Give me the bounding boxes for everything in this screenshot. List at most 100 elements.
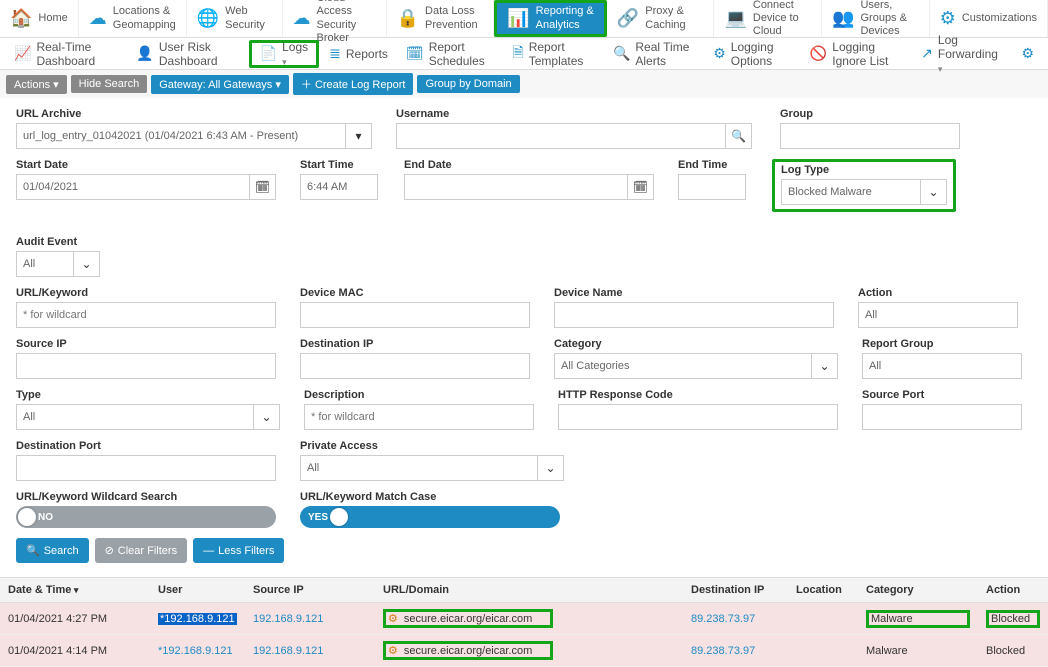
col-datetime[interactable]: Date & Time <box>0 578 150 603</box>
nav-connect-device[interactable]: 💻Connect Device to Cloud <box>714 0 822 37</box>
device-name-input[interactable] <box>554 302 834 328</box>
col-source-ip[interactable]: Source IP <box>245 578 375 603</box>
nav-reporting[interactable]: 📊Reporting & Analytics <box>494 0 607 37</box>
chevron-down-icon[interactable]: ⌄ <box>812 353 838 379</box>
cell-action: Blocked <box>978 635 1048 667</box>
private-access-select[interactable] <box>300 455 538 481</box>
nav-proxy[interactable]: 🔗Proxy & Caching <box>607 0 715 37</box>
chevron-down-icon[interactable]: ⌄ <box>538 455 564 481</box>
search-button[interactable]: 🔍Search <box>16 538 89 563</box>
col-destination-ip[interactable]: Destination IP <box>683 578 788 603</box>
nav-dlp[interactable]: 🔒Data Loss Prevention <box>387 0 495 37</box>
source-port-label: Source Port <box>862 389 1022 401</box>
start-date-input[interactable] <box>16 174 250 200</box>
globe-icon: 🌐 <box>197 8 219 29</box>
nav-web-security[interactable]: 🌐Web Security <box>187 0 283 37</box>
minus-icon: — <box>203 545 214 557</box>
start-time-input[interactable] <box>300 174 378 200</box>
calendar-icon[interactable]: 🗓 <box>628 174 654 200</box>
chevron-down-icon[interactable]: ⌄ <box>74 251 100 277</box>
url-archive-select[interactable] <box>16 123 346 149</box>
cell-user: *192.168.9.121 <box>150 603 245 635</box>
destination-ip-input[interactable] <box>300 353 530 379</box>
search-icon[interactable]: 🔍 <box>726 123 752 149</box>
top-nav: 🏠Home ☁Locations & Geomapping 🌐Web Secur… <box>0 0 1048 38</box>
subnav-reports[interactable]: ≣Reports <box>321 40 396 68</box>
group-by-domain-button[interactable]: Group by Domain <box>417 75 519 93</box>
report-group-select[interactable] <box>862 353 1022 379</box>
cell-destination-ip: 89.238.73.97 <box>683 635 788 667</box>
subnav-settings[interactable]: ⚙ <box>1013 40 1042 68</box>
username-input[interactable] <box>396 123 726 149</box>
http-response-input[interactable] <box>558 404 838 430</box>
user-icon: 👤 <box>136 45 153 62</box>
source-ip-input[interactable] <box>16 353 276 379</box>
log-type-select[interactable] <box>781 179 921 205</box>
col-category[interactable]: Category <box>858 578 978 603</box>
device-icon: 💻 <box>724 8 746 29</box>
url-keyword-label: URL/Keyword <box>16 287 276 299</box>
subnav-logs[interactable]: 📄Logs <box>249 40 319 68</box>
end-date-input[interactable] <box>404 174 628 200</box>
chevron-down-icon[interactable]: ⌄ <box>254 404 280 430</box>
subnav-logging-options[interactable]: ⚙Logging Options <box>705 40 800 68</box>
cell-datetime: 01/04/2021 4:14 PM <box>0 635 150 667</box>
create-log-report-button[interactable]: ＋ Create Log Report <box>293 73 414 95</box>
source-port-input[interactable] <box>862 404 1022 430</box>
url-keyword-input[interactable] <box>16 302 276 328</box>
col-url-domain[interactable]: URL/Domain <box>375 578 683 603</box>
gear-icon: ⚙ <box>940 8 956 29</box>
destination-port-input[interactable] <box>16 455 276 481</box>
chevron-down-icon[interactable]: ▾ <box>346 123 372 149</box>
subnav-report-schedules[interactable]: 🗓Report Schedules <box>398 40 503 68</box>
end-time-input[interactable] <box>678 174 746 200</box>
cell-location <box>788 603 858 635</box>
description-label: Description <box>304 389 534 401</box>
col-user[interactable]: User <box>150 578 245 603</box>
actions-dropdown[interactable]: Actions ▾ <box>6 75 67 94</box>
device-mac-input[interactable] <box>300 302 530 328</box>
subnav-realtime-dashboard[interactable]: 📈Real-Time Dashboard <box>6 40 126 68</box>
start-date-label: Start Date <box>16 159 276 171</box>
subnav-log-forwarding[interactable]: ↗Log Forwarding <box>913 40 1009 68</box>
home-icon: 🏠 <box>10 8 32 29</box>
source-ip-label: Source IP <box>16 338 276 350</box>
lock-icon: 🔒 <box>397 8 419 29</box>
subnav-report-templates[interactable]: 🗎Report Templates <box>504 40 602 68</box>
group-input[interactable] <box>780 123 960 149</box>
category-select[interactable] <box>554 353 812 379</box>
cloud-icon: ☁ <box>293 8 311 29</box>
action-select[interactable] <box>858 302 1018 328</box>
chevron-down-icon[interactable]: ⌄ <box>921 179 947 205</box>
cell-url: ⚙secure.eicar.org/eicar.com <box>375 603 683 635</box>
hide-search-button[interactable]: Hide Search <box>71 75 148 93</box>
nav-customizations[interactable]: ⚙Customizations <box>930 0 1048 37</box>
gateway-dropdown[interactable]: Gateway: All Gateways ▾ <box>151 75 289 94</box>
cloud-icon: ☁ <box>89 8 107 29</box>
less-filters-button[interactable]: —Less Filters <box>193 538 284 563</box>
calendar-icon[interactable]: 🗓 <box>250 174 276 200</box>
col-action[interactable]: Action <box>978 578 1048 603</box>
nav-users[interactable]: 👥Users, Groups & Devices <box>822 0 930 37</box>
col-location[interactable]: Location <box>788 578 858 603</box>
nav-casb[interactable]: ☁Cloud Access Security Broker <box>283 0 387 37</box>
subnav-user-risk[interactable]: 👤User Risk Dashboard <box>128 40 246 68</box>
type-select[interactable] <box>16 404 254 430</box>
chart-icon: 📊 <box>507 8 529 29</box>
type-label: Type <box>16 389 280 401</box>
device-mac-label: Device MAC <box>300 287 530 299</box>
table-row[interactable]: 01/04/2021 4:14 PM*192.168.9.121192.168.… <box>0 635 1048 667</box>
match-case-toggle[interactable]: YES <box>300 506 560 528</box>
audit-event-select[interactable] <box>16 251 74 277</box>
action-label: Action <box>858 287 1018 299</box>
nav-locations[interactable]: ☁Locations & Geomapping <box>79 0 187 37</box>
description-input[interactable] <box>304 404 534 430</box>
subnav-realtime-alerts[interactable]: 🔍Real Time Alerts <box>605 40 703 68</box>
wildcard-search-toggle[interactable]: NO <box>16 506 276 528</box>
search-icon: 🔍 <box>26 544 40 557</box>
nav-home[interactable]: 🏠Home <box>0 0 79 37</box>
table-row[interactable]: 01/04/2021 4:27 PM*192.168.9.121192.168.… <box>0 603 1048 635</box>
clear-filters-button[interactable]: ⊘Clear Filters <box>95 538 188 563</box>
subnav-logging-ignore[interactable]: 🚫Logging Ignore List <box>802 40 911 68</box>
url-archive-label: URL Archive <box>16 108 372 120</box>
